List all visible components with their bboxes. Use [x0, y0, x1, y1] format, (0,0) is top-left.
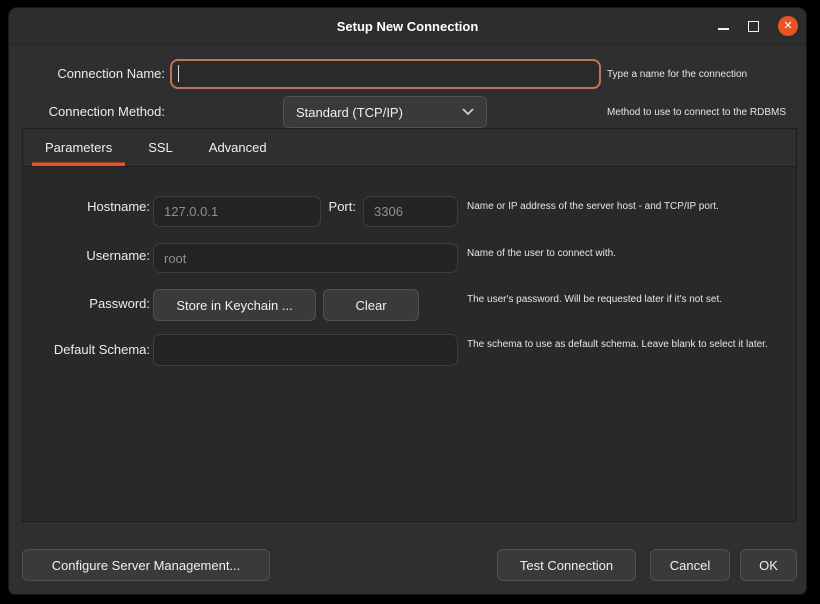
connection-name-input[interactable] [170, 59, 601, 89]
close-button[interactable]: ✕ [778, 16, 798, 36]
test-connection-button[interactable]: Test Connection [497, 549, 636, 581]
maximize-icon [748, 21, 759, 32]
chevron-down-icon [462, 108, 474, 116]
default-schema-input[interactable] [153, 334, 458, 366]
hostname-help: Name or IP address of the server host - … [467, 200, 719, 213]
hostname-input[interactable] [153, 196, 321, 227]
minimize-icon [718, 28, 729, 30]
connection-method-label: Connection Method: [15, 102, 165, 122]
minimize-button[interactable] [718, 22, 729, 30]
username-label: Username: [15, 246, 150, 266]
password-label: Password: [15, 294, 150, 314]
window-controls: ✕ [718, 8, 798, 44]
store-in-keychain-button[interactable]: Store in Keychain ... [153, 289, 316, 321]
titlebar: Setup New Connection ✕ [9, 8, 806, 45]
configure-server-management-button[interactable]: Configure Server Management... [22, 549, 270, 581]
connection-method-select[interactable]: Standard (TCP/IP) [283, 96, 487, 128]
connection-settings-panel: Parameters SSL Advanced [22, 128, 797, 522]
connection-method-value: Standard (TCP/IP) [296, 105, 403, 120]
text-cursor [178, 65, 179, 82]
maximize-button[interactable] [748, 21, 759, 32]
tab-advanced[interactable]: Advanced [196, 129, 280, 166]
connection-name-help: Type a name for the connection [607, 68, 747, 81]
tabstrip: Parameters SSL Advanced [23, 129, 796, 167]
default-schema-label: Default Schema: [15, 340, 150, 360]
setup-new-connection-dialog: Setup New Connection ✕ Connection Name: … [9, 8, 806, 594]
connection-name-label: Connection Name: [15, 64, 165, 84]
cancel-button[interactable]: Cancel [650, 549, 730, 581]
close-icon: ✕ [783, 16, 792, 36]
username-help: Name of the user to connect with. [467, 247, 616, 260]
clear-password-button[interactable]: Clear [323, 289, 419, 321]
default-schema-help: The schema to use as default schema. Lea… [467, 338, 768, 351]
port-label: Port: [309, 197, 356, 217]
tab-ssl[interactable]: SSL [135, 129, 186, 166]
port-input[interactable] [363, 196, 458, 227]
tab-parameters[interactable]: Parameters [32, 129, 125, 166]
connection-method-help: Method to use to connect to the RDBMS [607, 106, 786, 119]
password-help: The user's password. Will be requested l… [467, 293, 722, 306]
window-title: Setup New Connection [337, 19, 479, 34]
username-input[interactable] [153, 243, 458, 273]
ok-button[interactable]: OK [740, 549, 797, 581]
hostname-label: Hostname: [15, 197, 150, 217]
